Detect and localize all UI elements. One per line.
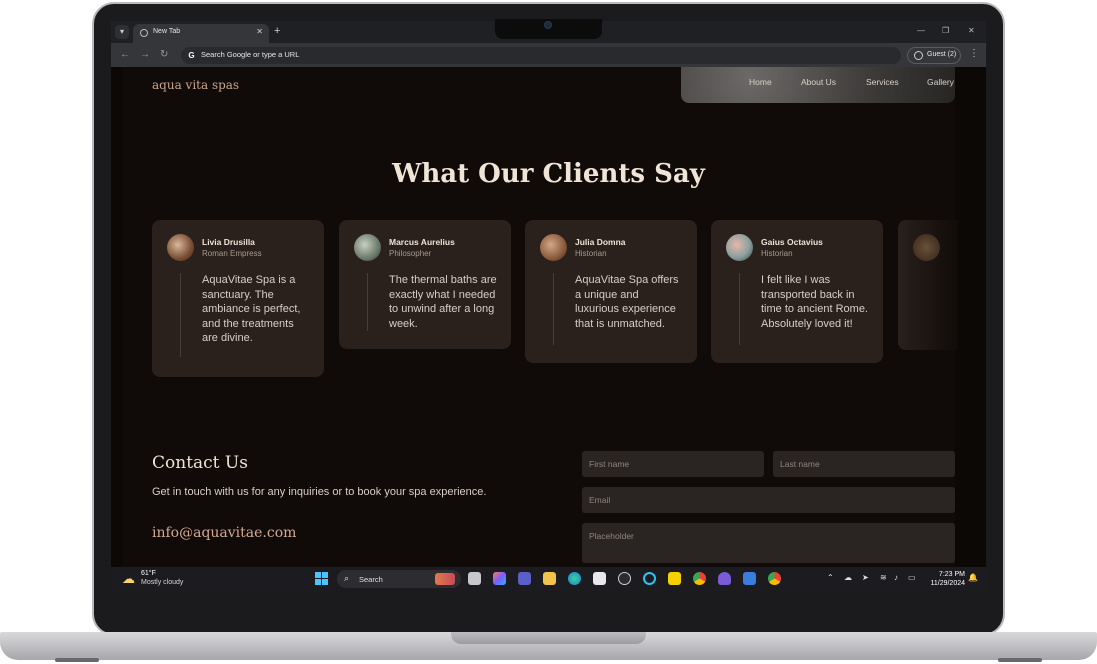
wechat-icon[interactable]: ☁ [844,573,852,582]
app-icon[interactable] [718,572,731,585]
avatar [354,234,381,261]
windows-taskbar: ☁ 61°F Mostly cloudy ⌕ Search ⌃ ☁ ➤ ≋ ♪ … [111,567,986,591]
weather-condition[interactable]: Mostly cloudy [141,579,183,586]
testimonial-name: Livia Drusilla [202,237,255,247]
contact-heading: Contact Us [152,453,248,473]
testimonial-quote: I felt like I was transported back in ti… [761,274,868,330]
avatar [726,234,753,261]
file-explorer-icon[interactable] [543,572,556,585]
profile-button[interactable]: Guest (2) [907,47,961,64]
store-icon[interactable] [593,572,606,585]
avatar [913,234,940,261]
taskbar-search-label: Search [359,575,383,584]
menu-kebab-icon[interactable]: ⋮ [969,48,979,59]
message-field[interactable] [582,523,955,563]
testimonial-name: Gaius Octavius [761,237,823,247]
close-tab-icon[interactable]: ✕ [256,27,263,36]
contact-email-link[interactable]: info@aquavitae.com [152,525,296,541]
clock-time: 7:23 PM [938,571,965,578]
first-name-field[interactable] [582,451,764,477]
testimonial-name: Marcus Aurelius [389,237,455,247]
tab-new-tab[interactable]: New Tab ✕ [133,24,269,43]
omnibox-placeholder: Search Google or type a URL [201,50,300,59]
nav-link-about-us[interactable]: About Us [801,77,836,87]
testimonial-role: Roman Empress [202,249,262,258]
quote-bar [553,273,554,345]
omnibox[interactable]: G Search Google or type a URL [181,47,901,64]
calculator-icon[interactable] [743,572,756,585]
web-page: aqua vita spas Home About Us Services Ga… [111,67,986,567]
email-field[interactable] [582,487,955,513]
testimonial-name: Julia Domna [575,237,626,247]
dell-icon[interactable] [618,572,631,585]
chrome-icon[interactable] [768,572,781,585]
weather-cloud-icon[interactable]: ☁ [122,571,135,587]
copilot-icon[interactable] [493,572,506,585]
windows-start-icon[interactable] [315,572,328,585]
restore-icon[interactable]: ❐ [942,26,949,35]
search-icon: ⌕ [344,573,350,583]
profile-icon [914,51,923,60]
search-highlight-icon [435,573,455,585]
testimonial-quote: AquaVitae Spa is a sanctuary. The ambian… [202,274,301,344]
avatar [540,234,567,261]
quote-bar [367,273,368,331]
weather-temp[interactable]: 61°F [141,570,156,577]
quote-bar [739,273,740,345]
sticky-notes-icon[interactable] [668,572,681,585]
new-tab-plus-icon[interactable]: + [274,25,280,37]
screen: ▾ New Tab ✕ + — ❐ ✕ ← → ↻ G Search Googl… [111,21,986,591]
clock-date: 11/29/2024 [930,580,965,587]
browser-toolbar: ← → ↻ G Search Google or type a URL Gues… [111,43,986,67]
testimonial-card: Livia Drusilla Roman Empress AquaVitae S… [152,220,324,377]
camera-notch [495,19,602,39]
teams-icon[interactable] [518,572,531,585]
location-icon[interactable]: ➤ [862,573,869,582]
site-logo[interactable]: aqua vita spas [152,78,239,92]
battery-icon[interactable]: ▭ [908,573,916,582]
google-g-icon: G [188,51,195,60]
quote-bar [180,273,181,357]
close-window-icon[interactable]: ✕ [968,26,975,35]
edge-icon[interactable] [568,572,581,585]
laptop-lip [451,632,646,644]
taskbar-search[interactable]: ⌕ Search [337,570,461,588]
laptop-foot [998,658,1042,662]
contact-subtitle: Get in touch with us for any inquiries o… [152,486,487,498]
testimonial-quote: AquaVitae Spa offers a unique and luxuri… [575,274,679,330]
back-arrow-icon[interactable]: ← [120,49,130,60]
testimonial-role: Philosopher [389,249,432,258]
chrome-profile-icon[interactable] [693,572,706,585]
reload-icon[interactable]: ↻ [160,49,168,60]
last-name-field[interactable] [773,451,955,477]
volume-icon[interactable]: ♪ [894,573,898,582]
task-view-icon[interactable] [468,572,481,585]
nav-link-services[interactable]: Services [866,77,899,87]
globe-icon [140,29,148,37]
testimonial-role: Historian [761,249,793,258]
tab-search-chevron-icon[interactable]: ▾ [115,25,129,39]
testimonial-card: Marcus Aurelius Philosopher The thermal … [339,220,511,349]
wifi-icon[interactable]: ≋ [880,573,887,582]
laptop-foot [55,658,99,662]
webcam-icon [544,21,552,29]
testimonial-role: Historian [575,249,607,258]
tray-chevron-up-icon[interactable]: ⌃ [827,573,834,582]
minimize-icon[interactable]: — [917,26,925,35]
tab-title: New Tab [153,28,181,35]
testimonials-heading: What Our Clients Say [392,159,705,189]
nav-link-gallery[interactable]: Gallery [927,77,954,87]
alexa-icon[interactable] [643,572,656,585]
nav-link-home[interactable]: Home [749,77,772,87]
avatar [167,234,194,261]
testimonial-quote: The thermal baths are exactly what I nee… [389,274,497,330]
forward-arrow-icon[interactable]: → [140,49,150,60]
profile-label: Guest (2) [927,51,957,58]
testimonial-card: Julia Domna Historian AquaVitae Spa offe… [525,220,697,363]
testimonial-card-partial [898,220,958,350]
system-clock[interactable]: 7:23 PM 11/29/2024 [923,570,965,588]
notification-bell-icon[interactable]: 🔔 [968,573,978,582]
testimonial-card: Gaius Octavius Historian I felt like I w… [711,220,883,363]
